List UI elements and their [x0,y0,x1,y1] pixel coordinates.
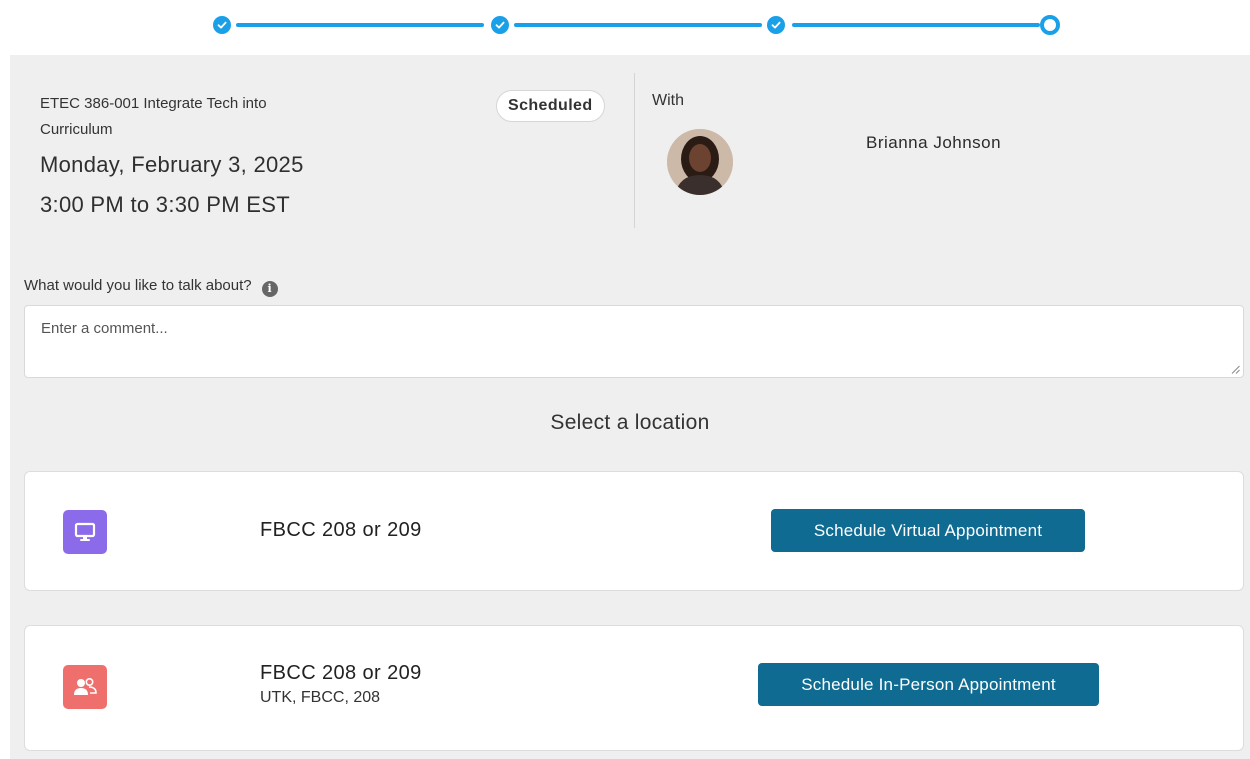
step-3-complete [767,16,785,34]
advisor-name: Brianna Johnson [866,133,1002,152]
check-icon [771,21,781,29]
status-badge: Scheduled [496,90,605,122]
location-detail: UTK, FBCC, 208 [260,689,381,706]
check-icon [495,21,505,29]
location-heading: Select a location [550,411,710,434]
comment-label-text: What would you like to talk about? [24,277,252,294]
comment-placeholder: Enter a comment... [41,320,168,337]
info-icon[interactable]: i [261,281,278,297]
location-card-virtual: FBCC 208 or 209 Schedule Virtual Appoint… [24,471,1244,591]
schedule-in-person-button[interactable]: Schedule In-Person Appointment [758,663,1099,706]
step-4-current [1040,15,1060,35]
location-name: FBCC 208 or 209 [260,662,422,684]
step-2-complete [491,16,509,34]
location-name: FBCC 208 or 209 [260,519,422,541]
progress-stepper [10,0,1250,55]
stepper-connector [514,23,762,27]
stepper-connector [236,23,484,27]
comment-textarea[interactable]: Enter a comment... [24,305,1244,378]
comment-label: What would you like to talk about? i [24,277,278,297]
resize-grip-icon[interactable] [1231,365,1240,374]
with-label: With [652,92,684,109]
vertical-divider [634,73,635,228]
course-title: ETEC 386-001 Integrate Tech into Curricu… [40,95,267,138]
appointment-time: 3:00 PM to 3:30 PM EST [40,192,290,217]
location-card-in-person: FBCC 208 or 209 UTK, FBCC, 208 Schedule … [24,625,1244,751]
people-icon [63,665,107,709]
avatar [667,129,733,195]
appointment-panel: ETEC 386-001 Integrate Tech into Curricu… [10,55,1250,759]
stepper-connector [792,23,1040,27]
monitor-icon [63,510,107,554]
appointment-date: Monday, February 3, 2025 [40,152,304,177]
advisor-photo [667,129,733,195]
schedule-virtual-button[interactable]: Schedule Virtual Appointment [771,509,1085,552]
step-1-complete [213,16,231,34]
check-icon [217,21,227,29]
